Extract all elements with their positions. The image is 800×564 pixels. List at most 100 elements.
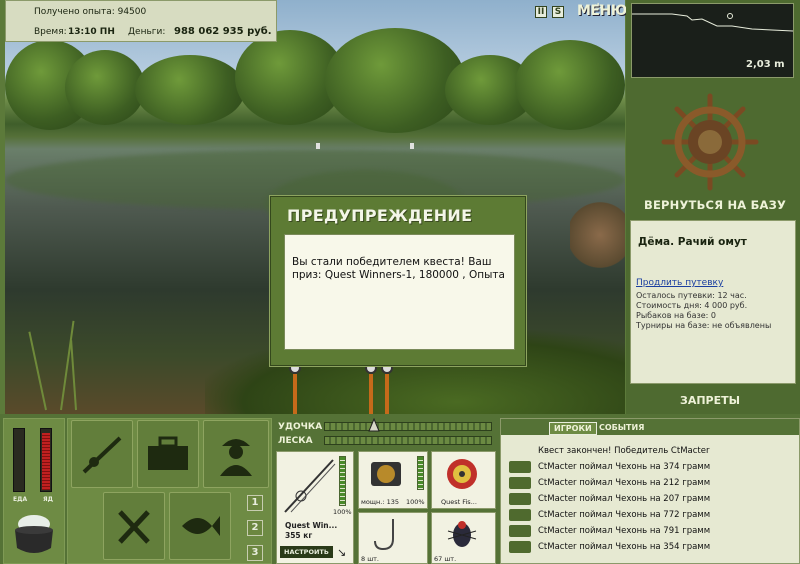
fishers-at-base: Рыбаков на базе: 0 [636,311,716,320]
line-spool-icon [447,459,477,489]
reel-icon [371,462,401,486]
tab-events[interactable]: СОБЫТИЯ [595,422,648,433]
beetle-bait-icon [447,521,477,547]
rod-holder-stick [385,374,389,414]
depth-value: 2,03 m [746,59,785,70]
pause-icon[interactable]: II [535,6,547,18]
fish-icon [509,493,531,505]
list-item: CtMacter поймал Чехонь на 207 грамм [509,491,795,507]
day-cost: Стоимость дня: 4 000 руб. [636,301,748,310]
bans-button[interactable]: ЗАПРЕТЫ [680,394,740,407]
bait-count: 67 шт. [434,555,457,563]
rod-name: Quest Win... [285,521,338,530]
tackle-panel: УДОЧКА ЛЕСКА 100% Quest Win... 355 кг НА… [274,418,496,564]
rod-condition-percent: 100% [333,508,352,516]
float-position-marker [727,13,733,19]
location-name: Дёма. Рачий омут [638,236,747,248]
reel-condition-bar [417,456,424,490]
warning-dialog: ПРЕДУПРЕЖДЕНИЕ Вы стали победителем квес… [270,196,526,366]
tree [515,40,625,130]
events-log-panel: ИГРОКИ СОБЫТИЯ Квест закончен! Победител… [500,418,800,564]
player-stats-panel: Получено опыта: 94500 Время: 13:10 ПН Де… [5,0,277,42]
fish-icon [509,509,531,521]
tab-players[interactable]: ИГРОКИ [549,422,597,435]
rod-tension-bar [324,422,492,431]
float-marker [316,143,320,149]
list-item: CtMacter поймал Чехонь на 212 грамм [509,475,795,491]
tackle-box-button[interactable] [137,420,199,488]
tree [135,55,245,125]
cauldron-icon[interactable] [9,510,59,560]
time-label: Время: [34,27,67,37]
ship-wheel-icon[interactable] [660,92,760,192]
rod-slot[interactable]: 100% Quest Win... 355 кг НАСТРОИТЬ ↘ [276,451,354,564]
knife-fork-icon [118,510,150,544]
fish-icon [509,525,531,537]
tackle-box-icon [148,436,188,470]
money-value: 988 062 935 руб. [174,26,272,37]
line-tension-bar [324,436,492,445]
rod-holder-stick [293,374,297,414]
hook-slot[interactable]: 8 шт. [358,512,428,564]
food-label: ЕДА [13,496,28,503]
page-2-button[interactable]: 2 [247,520,263,536]
rod-weight: 355 кг [285,531,313,540]
reed [28,331,47,411]
resize-arrow-icon: ↘ [337,546,347,559]
fish-cage-button[interactable] [169,492,231,560]
tree [325,28,465,133]
line-label: ЛЕСКА [278,436,313,446]
fisherman-icon [220,439,252,476]
return-to-base-button[interactable]: ВЕРНУТЬСЯ НА БАЗУ [644,198,786,212]
quest-finished-message: Квест закончен! Победитель CtMacter [538,446,710,456]
menu-button[interactable]: МЕНЮ [577,3,627,19]
base-info-panel: Дёма. Рачий омут Продлить путевку Остало… [630,220,796,384]
sound-icon[interactable]: S [552,6,564,18]
fisherman-button[interactable] [203,420,269,488]
setup-button[interactable]: НАСТРОИТЬ [280,546,333,558]
float-marker [410,143,414,149]
page-1-button[interactable]: 1 [247,495,263,511]
reel-condition-percent: 100% [406,498,425,506]
hook-icon [374,519,394,551]
poison-label: ЯД [43,496,53,503]
dialog-message: Вы стали победителем квеста! Ваш приз: Q… [284,234,515,350]
rod-icon [284,459,336,513]
page-3-button[interactable]: 3 [247,545,263,561]
hook-count: 8 шт. [361,555,380,563]
tournaments-info: Турниры на базе: не объявлены [636,321,772,330]
log-tabs-bar [501,419,799,435]
money-label: Деньги: [128,27,166,37]
rod-button[interactable] [71,420,133,488]
rod-icon [82,436,122,474]
fishing-line-slot[interactable]: Quest Fis... [431,451,496,509]
fish-icon [509,541,531,553]
food-button[interactable] [103,492,165,560]
tension-marker-icon [368,418,380,432]
list-item: CtMacter поймал Чехонь на 354 грамм [509,539,795,555]
fish-icon [509,477,531,489]
rod-condition-bar [339,456,346,506]
reel-power: мощн.: 135 [361,498,399,506]
extend-permit-link[interactable]: Продлить путевку [636,278,723,288]
poison-bar [40,428,52,492]
fish-icon [182,516,220,536]
bait-slot[interactable]: 67 шт. [431,512,496,564]
dialog-title: ПРЕДУПРЕЖДЕНИЕ [287,206,473,225]
fish-icon [509,461,531,473]
line-name: Quest Fis... [441,498,477,506]
reed [70,340,77,411]
reel-slot[interactable]: мощн.: 135 100% [358,451,428,509]
river-bank [570,200,625,270]
list-item: CtMacter поймал Чехонь на 791 грамм [509,523,795,539]
tree [65,50,145,125]
rod-holder-stick [369,374,373,414]
food-bar [13,428,25,492]
list-item: CtMacter поймал Чехонь на 374 грамм [509,459,795,475]
rod-label: УДОЧКА [278,422,323,432]
poison-bar-fill [42,433,50,490]
experience-text: Получено опыта: 94500 [34,7,147,17]
time-value: 13:10 ПН [68,27,115,37]
list-item: CtMacter поймал Чехонь на 772 грамм [509,507,795,523]
permit-remaining: Осталось путевки: 12 час. [636,291,747,300]
